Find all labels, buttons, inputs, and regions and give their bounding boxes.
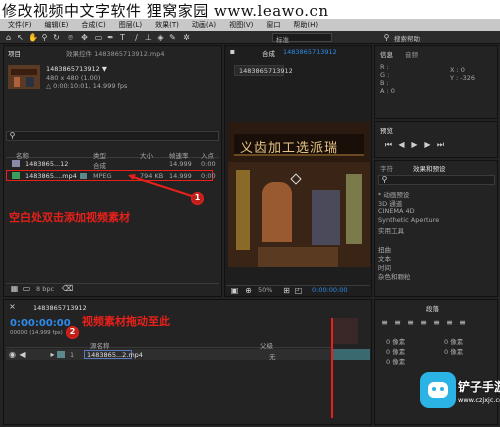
justify-center-icon[interactable]: ≡: [432, 318, 441, 327]
info-b: B :: [380, 79, 389, 87]
tab-character[interactable]: 字符: [380, 163, 393, 173]
last-frame-icon[interactable]: ⏭: [436, 140, 445, 149]
annotation-badge-1: 1: [191, 192, 204, 205]
tab-preview[interactable]: 预览: [380, 125, 393, 135]
annotation-instruction-1: 空白处双击添加视频素材: [9, 211, 130, 224]
magnify-icon[interactable]: ⊕: [244, 286, 253, 295]
justify-left-icon[interactable]: ≡: [419, 318, 428, 327]
layer-index: 1: [70, 351, 75, 359]
timeline-column-header: [6, 339, 331, 348]
info-y: Y : -326: [450, 74, 476, 82]
previous-frame-icon[interactable]: ◀: [397, 140, 406, 149]
info-a: A : 0: [380, 87, 395, 95]
search-icon: ⚲: [381, 175, 388, 184]
timeline-timecode[interactable]: 0:00:00:00: [10, 318, 71, 329]
align-left-icon[interactable]: ≡: [380, 318, 389, 327]
composition-sub-tab[interactable]: 1483865713912: [234, 65, 293, 76]
grid-icon[interactable]: ⊞: [282, 286, 291, 295]
parent-value[interactable]: 无: [269, 351, 276, 361]
tab-audio[interactable]: 音频: [405, 49, 418, 59]
indent-right[interactable]: 0 像素: [444, 336, 463, 346]
tab-timeline-comp[interactable]: 1483865713912: [33, 304, 87, 312]
expand-arrow-icon[interactable]: ▸: [48, 350, 57, 359]
zoom-level[interactable]: 50%: [258, 286, 272, 294]
tab-composition[interactable]: 合成: [262, 48, 275, 58]
tab-effects-presets[interactable]: 效果和预设: [413, 163, 446, 173]
current-time-indicator[interactable]: [331, 318, 333, 418]
space-after[interactable]: 0 像素: [444, 346, 463, 356]
close-icon[interactable]: ×: [8, 302, 17, 311]
comp-timecode[interactable]: 0:00:00:00: [312, 286, 348, 294]
layer-label-swatch[interactable]: [57, 351, 65, 358]
effect-category[interactable]: Synthetic Aperture: [378, 216, 439, 224]
align-center-icon[interactable]: ≡: [393, 318, 402, 327]
layer-duration-bar[interactable]: [333, 349, 370, 360]
indent-left[interactable]: 0 像素: [386, 336, 405, 346]
timeline-fps: 00000 (14.999 fps): [10, 330, 63, 336]
sub-tab-label: 1483865713912: [239, 67, 293, 75]
annotation-arrow-1: [129, 175, 196, 198]
tab-info[interactable]: 信息: [380, 49, 393, 59]
annotation-badge-2: 2: [66, 326, 79, 339]
annotation-instruction-2: 视频素材拖动至此: [82, 315, 170, 328]
watermark-logo: [420, 372, 456, 408]
align-right-icon[interactable]: ≡: [406, 318, 415, 327]
first-frame-icon[interactable]: ⏮: [384, 140, 393, 149]
tab-composition-name[interactable]: 1483865713912: [283, 48, 337, 56]
justify-right-icon[interactable]: ≡: [445, 318, 454, 327]
lock-icon[interactable]: ▪: [228, 47, 237, 56]
always-preview-icon[interactable]: ▣: [230, 286, 239, 295]
mask-icon[interactable]: ◰: [294, 286, 303, 295]
info-r: R :: [380, 63, 389, 71]
visibility-icon[interactable]: ◉: [8, 350, 17, 359]
effect-category[interactable]: CINEMA 4D: [378, 207, 415, 215]
video-frame[interactable]: 义齿加工选派瑞: [228, 122, 370, 267]
info-g: G :: [380, 71, 390, 79]
watermark-title: 铲子手游网: [458, 380, 500, 394]
effect-category[interactable]: 杂色和颗粒: [378, 271, 411, 281]
time-ruler-marker: [332, 318, 358, 344]
space-before[interactable]: 0 像素: [386, 346, 405, 356]
justify-all-icon[interactable]: ≡: [458, 318, 467, 327]
info-x: X : 0: [450, 66, 465, 74]
play-icon[interactable]: ▶: [410, 140, 419, 149]
tab-paragraph[interactable]: 段落: [426, 303, 439, 313]
effects-search-field[interactable]: [378, 175, 495, 185]
audio-icon[interactable]: ◀: [18, 350, 27, 359]
next-frame-icon[interactable]: ▶: [423, 140, 432, 149]
video-sign-text: 义齿加工选派瑞: [240, 141, 339, 156]
effect-category[interactable]: 实用工具: [378, 225, 404, 235]
watermark-url: www.czjxjc.com: [458, 396, 500, 404]
layer-name: 1483865...2.mp4: [87, 351, 143, 359]
first-line-indent[interactable]: 0 像素: [386, 356, 405, 366]
